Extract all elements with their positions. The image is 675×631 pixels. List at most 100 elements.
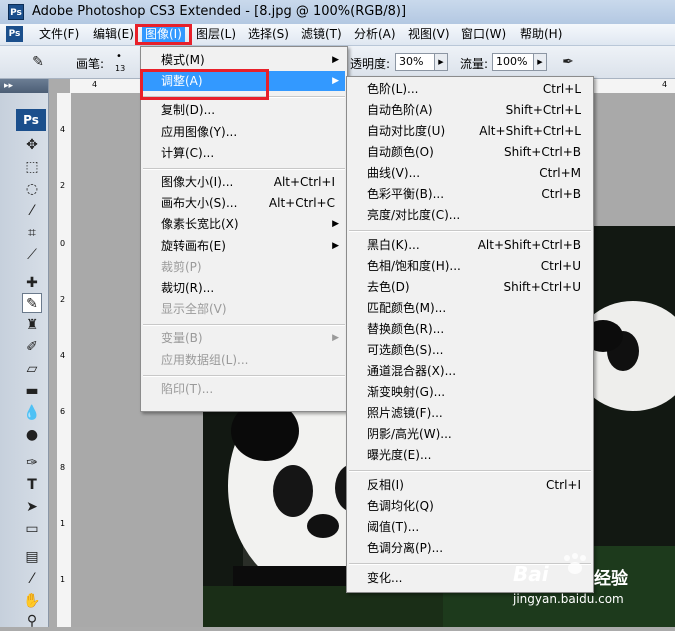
menu-edit[interactable]: 编辑(E) — [90, 26, 137, 43]
adjust-menu-item-shortcut: Ctrl+L — [542, 82, 581, 96]
menu-separator — [143, 168, 345, 170]
image-menu-item: 应用数据组(L)... — [141, 350, 345, 370]
adjust-menu-item-shortcut: Ctrl+U — [540, 259, 581, 273]
ruler-tick-label: 8 — [60, 463, 66, 472]
image-menu-item[interactable]: 裁切(R)... — [141, 278, 345, 298]
image-menu-item-label: 变量(B) — [161, 331, 203, 346]
title-bar: Ps Adobe Photoshop CS3 Extended - [8.jpg… — [0, 0, 675, 25]
flow-dropdown-arrow-icon[interactable]: ▶ — [533, 53, 547, 71]
submenu-arrow-icon: ▶ — [332, 333, 339, 344]
image-menu-item[interactable]: 旋转画布(E) ▶ — [141, 236, 345, 256]
adjust-menu-item[interactable]: 通道混合器(X)... — [347, 361, 591, 381]
adjust-menu-item[interactable]: 匹配颜色(M)... — [347, 298, 591, 318]
image-menu-item[interactable]: 计算(C)... — [141, 143, 345, 163]
dodge-tool-icon[interactable]: ● — [22, 425, 42, 445]
image-menu-item-label: 陷印(T)... — [161, 381, 214, 396]
ruler-tick-label: 1 — [60, 519, 66, 528]
hand-tool-icon[interactable]: ✋ — [22, 591, 42, 611]
gradient-tool-icon[interactable]: ▬ — [22, 381, 42, 401]
menu-select[interactable]: 选择(S) — [245, 26, 292, 43]
image-menu-item[interactable]: 应用图像(Y)... — [141, 122, 345, 142]
toolbox: ▸▸ Ps ✥ ⬚ ◌ ⁄ ⌗ ⟋ ✚ ✎ ♜ ✐ ▱ ▬ 💧 ● ✑ T ➤ … — [0, 79, 49, 629]
adjust-menu-item-shortcut: Ctrl+M — [539, 166, 581, 180]
image-menu-item-label: 应用数据组(L)... — [161, 352, 249, 367]
flow-input[interactable]: 100% — [492, 53, 534, 71]
adjust-menu-item-label: 渐变映射(G)... — [367, 385, 446, 399]
image-menu-annotation-box — [135, 24, 192, 45]
eyedropper-tool-icon[interactable]: ⁄ — [22, 569, 42, 589]
menu-file[interactable]: 文件(F) — [36, 26, 82, 43]
brush-tool-preset-icon[interactable]: ✎ — [28, 52, 48, 72]
adjust-menu-item[interactable]: 自动颜色(O) Shift+Ctrl+B — [347, 142, 591, 162]
blur-tool-icon[interactable]: 💧 — [22, 403, 42, 423]
adjust-menu-item[interactable]: 曲线(V)... Ctrl+M — [347, 163, 591, 183]
menu-view[interactable]: 视图(V) — [405, 26, 453, 43]
image-menu-item: 陷印(T)... — [141, 379, 345, 399]
image-menu-item-label: 显示全部(V) — [161, 302, 227, 317]
notes-tool-icon[interactable]: ▤ — [22, 547, 42, 567]
menu-window[interactable]: 窗口(W) — [458, 26, 509, 43]
image-menu-item-label: 计算(C)... — [161, 145, 215, 160]
lasso-tool-icon[interactable]: ◌ — [22, 179, 42, 199]
crop-tool-icon[interactable]: ⌗ — [22, 223, 42, 243]
path-selection-tool-icon[interactable]: ➤ — [22, 497, 42, 517]
adjust-menu-item[interactable]: 可选颜色(S)... — [347, 340, 591, 360]
menu-layer[interactable]: 图层(L) — [193, 26, 239, 43]
pen-tool-icon[interactable]: ✑ — [22, 453, 42, 473]
slice-tool-icon[interactable]: ⟋ — [22, 245, 42, 265]
adjust-menu-item[interactable]: 黑白(K)... Alt+Shift+Ctrl+B — [347, 235, 591, 255]
image-menu-item-label: 图像大小(I)... — [161, 175, 234, 189]
marquee-tool-icon[interactable]: ⬚ — [22, 157, 42, 177]
adjust-menu-item[interactable]: 渐变映射(G)... — [347, 382, 591, 402]
ruler-tick-label: 4 — [60, 351, 66, 360]
image-menu-item[interactable]: 模式(M) ▶ — [141, 50, 345, 70]
adjust-menu-item[interactable]: 曝光度(E)... — [347, 445, 591, 465]
adjust-menu-item[interactable]: 照片滤镜(F)... — [347, 403, 591, 423]
image-menu-item[interactable]: 图像大小(I)... Alt+Ctrl+I — [141, 172, 345, 192]
image-menu-item-label: 应用图像(Y)... — [161, 124, 238, 139]
adjust-menu-item[interactable]: 色彩平衡(B)... Ctrl+B — [347, 184, 591, 204]
image-menu-item[interactable]: 画布大小(S)... Alt+Ctrl+C — [141, 193, 345, 213]
menu-separator — [349, 230, 591, 232]
adjust-menu-item-label: 阈值(T)... — [367, 520, 420, 534]
clone-stamp-tool-icon[interactable]: ♜ — [22, 315, 42, 335]
eraser-tool-icon[interactable]: ▱ — [22, 359, 42, 379]
image-menu-item[interactable]: 复制(D)... — [141, 100, 345, 120]
adjust-menu-item[interactable]: 亮度/对比度(C)... — [347, 205, 591, 225]
adjust-menu-item-label: 色调分离(P)... — [367, 541, 444, 555]
type-tool-icon[interactable]: T — [22, 475, 42, 495]
adjust-menu-item[interactable]: 替换颜色(R)... — [347, 319, 591, 339]
menu-help[interactable]: 帮助(H) — [517, 26, 565, 43]
adjust-menu-item[interactable]: 色调均化(Q) — [347, 496, 591, 516]
adjust-menu-item-label: 黑白(K)... — [367, 238, 420, 252]
submenu-arrow-icon: ▶ — [332, 219, 339, 230]
adjust-menu-item[interactable]: 自动色阶(A) Shift+Ctrl+L — [347, 100, 591, 120]
brush-dot-icon[interactable]: • — [116, 51, 122, 62]
adjust-menu-item[interactable]: 阴影/高光(W)... — [347, 424, 591, 444]
opacity-input[interactable]: 30% — [395, 53, 435, 71]
airbrush-icon[interactable]: ✒ — [558, 52, 578, 72]
toolbox-grip[interactable]: ▸▸ — [0, 79, 48, 93]
brush-tool-icon[interactable]: ✎ — [22, 293, 42, 313]
adjust-menu-item[interactable]: 色阶(L)... Ctrl+L — [347, 79, 591, 99]
submenu-arrow-icon: ▶ — [332, 76, 339, 87]
menu-analysis[interactable]: 分析(A) — [351, 26, 399, 43]
submenu-arrow-icon: ▶ — [332, 240, 339, 251]
history-brush-tool-icon[interactable]: ✐ — [22, 337, 42, 357]
adjust-menu-item-label: 可选颜色(S)... — [367, 343, 444, 357]
healing-brush-tool-icon[interactable]: ✚ — [22, 273, 42, 293]
adjust-menu-item[interactable]: 自动对比度(U) Alt+Shift+Ctrl+L — [347, 121, 591, 141]
adjust-menu-item[interactable]: 去色(D) Shift+Ctrl+U — [347, 277, 591, 297]
adjust-menu-item[interactable]: 阈值(T)... — [347, 517, 591, 537]
adjust-menu-item[interactable]: 反相(I) Ctrl+I — [347, 475, 591, 495]
move-tool-icon[interactable]: ✥ — [22, 135, 42, 155]
opacity-dropdown-arrow-icon[interactable]: ▶ — [434, 53, 448, 71]
app-menu-icon[interactable]: Ps — [6, 26, 23, 42]
zoom-tool-icon[interactable]: ⚲ — [22, 611, 42, 631]
shape-tool-icon[interactable]: ▭ — [22, 519, 42, 539]
magic-wand-tool-icon[interactable]: ⁄ — [22, 201, 42, 221]
image-menu-item[interactable]: 像素长宽比(X) ▶ — [141, 214, 345, 234]
adjust-menu-item-label: 色阶(L)... — [367, 82, 419, 96]
menu-filter[interactable]: 滤镜(T) — [298, 26, 345, 43]
adjust-menu-item[interactable]: 色相/饱和度(H)... Ctrl+U — [347, 256, 591, 276]
